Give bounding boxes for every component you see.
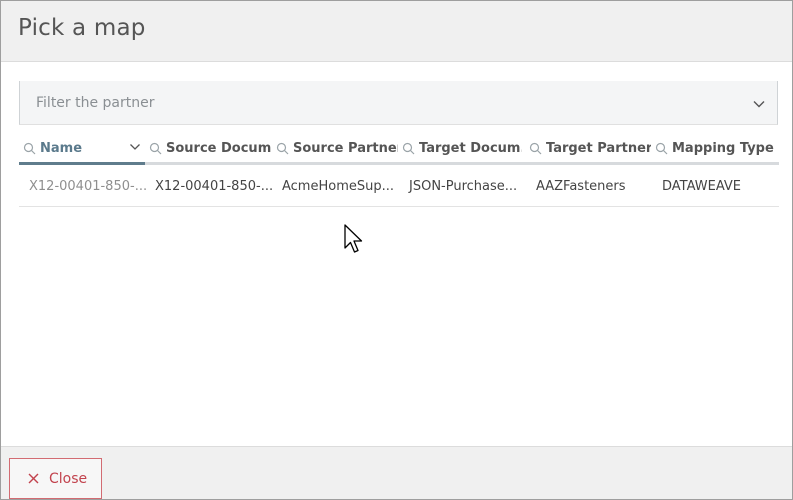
column-header-source-document[interactable]: Source Docum... — [149, 131, 271, 165]
table-row[interactable]: X12-00401-850-... X12-00401-850-... Acme… — [19, 165, 779, 207]
cell-source-document: X12-00401-850-... — [155, 179, 274, 194]
table-header: Name Source Docum... Source Partner — [19, 131, 779, 165]
column-header-target-partner[interactable]: Target Partner — [529, 131, 651, 165]
chevron-down-icon — [753, 101, 765, 108]
cell-target-document: JSON-Purchase... — [409, 179, 518, 194]
cell-mapping-type: DATAWEAVE — [662, 179, 742, 194]
dialog-footer: Close — [1, 446, 792, 499]
column-header-name[interactable]: Name — [23, 131, 82, 165]
column-header-target-document[interactable]: Target Docum... — [402, 131, 522, 165]
search-icon — [276, 142, 289, 154]
dialog-title: Pick a map — [18, 15, 146, 41]
search-icon — [529, 142, 542, 154]
pick-map-dialog: Pick a map Filter the partner Name Sourc… — [0, 0, 793, 500]
search-icon — [402, 142, 415, 154]
cell-target-partner: AAZFasteners — [536, 179, 626, 194]
filter-placeholder: Filter the partner — [36, 95, 155, 111]
partner-filter-dropdown[interactable]: Filter the partner — [19, 81, 778, 125]
column-header-mapping-type[interactable]: Mapping Type — [655, 131, 775, 165]
cell-name: X12-00401-850-... — [29, 179, 148, 194]
maps-table: Name Source Docum... Source Partner — [19, 131, 779, 207]
close-button-label: Close — [49, 470, 88, 487]
dialog-header: Pick a map — [1, 1, 792, 62]
close-button[interactable]: Close — [9, 458, 102, 499]
cell-source-partner: AcmeHomeSup... — [282, 179, 395, 194]
search-icon — [655, 142, 668, 154]
close-icon — [28, 473, 39, 484]
mouse-cursor-icon — [344, 224, 363, 253]
column-header-source-partner[interactable]: Source Partner — [276, 131, 398, 165]
search-icon — [23, 142, 36, 154]
search-icon — [149, 142, 162, 154]
sort-chevron-down-icon[interactable] — [129, 141, 141, 153]
